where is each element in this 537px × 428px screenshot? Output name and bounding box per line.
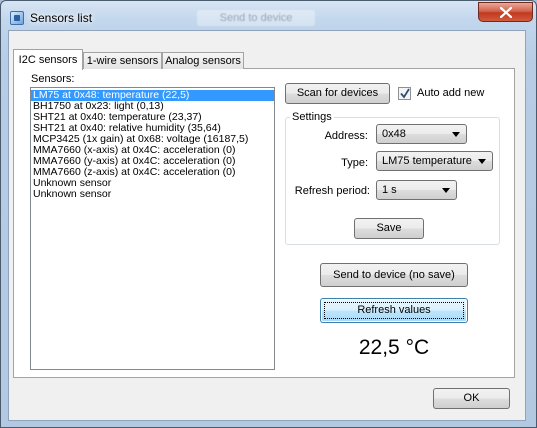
sensors-list-label: Sensors: xyxy=(31,73,75,85)
refresh-period-dropdown[interactable]: 1 s xyxy=(376,180,457,200)
ok-button[interactable]: OK xyxy=(433,388,510,409)
sensors-listbox[interactable]: LM75 at 0x48: temperature (22,5) BH1750 … xyxy=(30,87,275,370)
settings-legend: Settings xyxy=(290,111,334,123)
type-label: Type: xyxy=(341,157,368,169)
address-dropdown[interactable]: 0x48 xyxy=(376,124,467,144)
address-value: 0x48 xyxy=(382,128,406,140)
send-to-device-button[interactable]: Send to device (no save) xyxy=(320,263,468,287)
address-label: Address: xyxy=(324,130,368,142)
type-value: LM75 temperature xyxy=(382,155,472,167)
save-button[interactable]: Save xyxy=(354,218,424,239)
auto-add-checkbox[interactable] xyxy=(398,87,411,100)
chevron-down-icon xyxy=(442,188,450,193)
auto-add-label[interactable]: Auto add new xyxy=(417,87,484,99)
temperature-readout: 22,5 °C xyxy=(358,336,430,359)
chevron-down-icon xyxy=(478,159,486,164)
scan-for-devices-button[interactable]: Scan for devices xyxy=(285,83,390,104)
check-icon xyxy=(400,88,410,99)
window-title: Sensors list xyxy=(30,11,93,25)
close-icon xyxy=(500,7,512,18)
close-button[interactable] xyxy=(478,2,533,22)
tab-1wire-sensors[interactable]: 1-wire sensors xyxy=(83,52,162,69)
refresh-values-button[interactable]: Refresh values xyxy=(320,298,468,323)
background-window-title: Send to device xyxy=(197,10,315,26)
app-window-icon xyxy=(10,11,24,25)
refresh-period-value: 1 s xyxy=(382,184,397,196)
sensor-list-item[interactable]: Unknown sensor xyxy=(31,189,274,200)
tab-analog-sensors[interactable]: Analog sensors xyxy=(162,52,244,69)
tab-i2c-sensors[interactable]: I2C sensors xyxy=(13,49,83,70)
type-dropdown[interactable]: LM75 temperature xyxy=(376,151,493,171)
title-bar[interactable]: Sensors list Send to device xyxy=(1,1,536,31)
refresh-period-label: Refresh period: xyxy=(294,185,370,197)
chevron-down-icon xyxy=(452,132,460,137)
